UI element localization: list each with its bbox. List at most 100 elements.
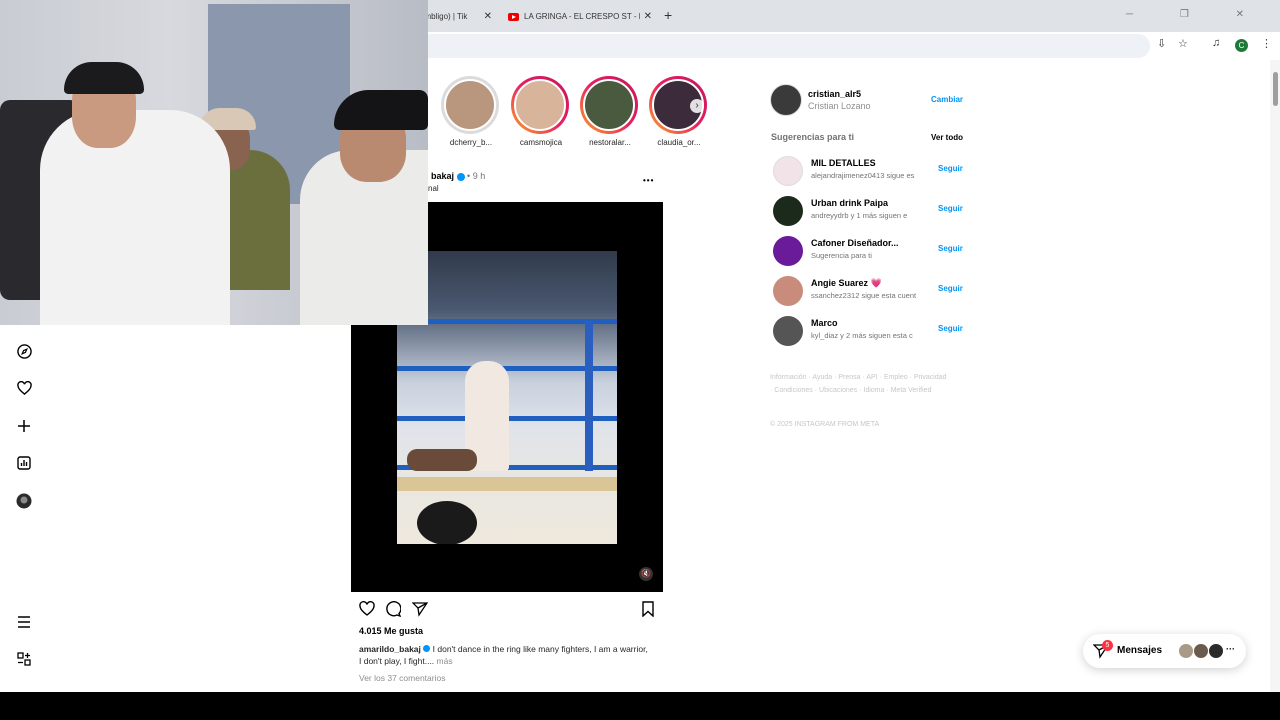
messages-button[interactable]: 5 Mensajes ··· bbox=[1083, 634, 1246, 668]
window-controls[interactable]: ─ ❐ ✕ bbox=[1126, 9, 1266, 20]
menu-kebab-icon[interactable]: ⋮ bbox=[1261, 37, 1272, 50]
post-video[interactable] bbox=[397, 251, 617, 544]
switch-account-button[interactable]: Cambiar bbox=[931, 95, 963, 104]
post-caption: amarildo_bakaj I don't dance in the ring… bbox=[359, 643, 649, 667]
suggestion-subtitle: andreyydrb y 1 más siguen e bbox=[811, 211, 908, 220]
boxer-down bbox=[407, 449, 477, 471]
post-options-button[interactable]: ••• bbox=[643, 176, 654, 185]
address-bar-area bbox=[428, 32, 1280, 60]
close-icon[interactable]: ✕ bbox=[644, 8, 652, 26]
ring-rope bbox=[397, 366, 617, 371]
verified-icon bbox=[456, 172, 465, 181]
heart-icon[interactable] bbox=[15, 379, 33, 397]
suggestion-item: Cafoner Diseñador... Sugerencia para ti … bbox=[773, 236, 973, 266]
story-item[interactable]: nestoralar... bbox=[580, 76, 640, 147]
likes-count[interactable]: 4.015 Me gusta bbox=[359, 626, 423, 636]
tab-youtube[interactable]: LA GRINGA - EL CRESPO ST - F ✕ bbox=[502, 8, 658, 26]
spectator-head bbox=[417, 501, 477, 544]
save-bookmark-icon[interactable] bbox=[641, 601, 657, 618]
more-icon[interactable] bbox=[15, 650, 33, 668]
suggestion-subtitle: kyl_diaz y 2 más siguen esta c bbox=[811, 331, 913, 340]
caption-more-link[interactable]: más bbox=[437, 656, 453, 666]
suggestion-avatar[interactable] bbox=[773, 276, 803, 306]
follow-button[interactable]: Seguir bbox=[938, 164, 963, 173]
messages-label: Mensajes bbox=[1117, 645, 1163, 656]
conversation-avatar bbox=[1178, 643, 1194, 659]
suggestion-avatar[interactable] bbox=[773, 196, 803, 226]
bookmark-star-icon[interactable]: ☆ bbox=[1178, 37, 1188, 50]
more-dots-icon: ··· bbox=[1226, 644, 1235, 654]
suggestion-item: Marco kyl_diaz y 2 más siguen esta c Seg… bbox=[773, 316, 973, 346]
compass-icon[interactable] bbox=[15, 342, 33, 360]
follow-button[interactable]: Seguir bbox=[938, 284, 963, 293]
suggestion-avatar[interactable] bbox=[773, 316, 803, 346]
my-username[interactable]: cristian_alr5 bbox=[808, 89, 861, 99]
post-username[interactable]: bakaj bbox=[431, 171, 454, 181]
unread-badge: 5 bbox=[1102, 640, 1113, 651]
story-username: dcherry_b... bbox=[449, 138, 493, 147]
suggestion-avatar[interactable] bbox=[773, 156, 803, 186]
ring-rope bbox=[397, 319, 617, 324]
footer-links[interactable]: Información · Ayuda · Prensa · API · Emp… bbox=[770, 371, 950, 397]
story-username: nestoralar... bbox=[589, 138, 631, 147]
share-icon[interactable] bbox=[411, 601, 429, 617]
ring-mat bbox=[397, 477, 617, 491]
caption-username[interactable]: amarildo_bakaj bbox=[359, 644, 421, 654]
copyright-text: © 2025 INSTAGRAM FROM META bbox=[770, 421, 880, 428]
chevron-right-icon[interactable]: › bbox=[690, 99, 704, 113]
page-scrollbar[interactable] bbox=[1270, 60, 1280, 692]
suggestion-name[interactable]: Urban drink Paipa bbox=[811, 198, 888, 208]
comment-icon[interactable] bbox=[385, 601, 402, 618]
suggestion-item: MIL DETALLES alejandrajimenez0413 sigue … bbox=[773, 156, 973, 186]
youtube-icon bbox=[508, 13, 519, 21]
plus-icon[interactable] bbox=[15, 417, 33, 435]
suggestion-subtitle: Sugerencia para ti bbox=[811, 251, 872, 260]
verified-icon bbox=[423, 645, 431, 652]
conversation-avatar bbox=[1193, 643, 1209, 659]
story-ring bbox=[580, 76, 638, 134]
conversation-avatar bbox=[1208, 643, 1224, 659]
suggestion-name[interactable]: Cafoner Diseñador... bbox=[811, 238, 899, 248]
menu-icon[interactable] bbox=[15, 613, 33, 631]
scrollbar-thumb[interactable] bbox=[1273, 72, 1278, 106]
install-icon[interactable]: ⇩ bbox=[1157, 37, 1166, 50]
tab-tiktok[interactable]: ombligo) | Tik ✕ bbox=[420, 8, 498, 26]
profile-avatar-icon[interactable] bbox=[15, 492, 33, 510]
new-tab-button[interactable]: + bbox=[664, 7, 672, 23]
suggestion-name[interactable]: Marco bbox=[811, 318, 838, 328]
my-full-name: Cristian Lozano bbox=[808, 101, 871, 111]
media-control-icon[interactable]: ♫ bbox=[1212, 37, 1220, 49]
post-time: • 9 h bbox=[467, 171, 486, 181]
suggestion-name[interactable]: MIL DETALLES bbox=[811, 158, 876, 168]
suggestion-avatar[interactable] bbox=[773, 236, 803, 266]
story-item[interactable]: dcherry_b... bbox=[441, 76, 501, 147]
tab-label: LA GRINGA - EL CRESPO ST - F bbox=[524, 12, 640, 21]
suggestion-name[interactable]: Angie Suarez 💗 bbox=[811, 278, 882, 289]
follow-button[interactable]: Seguir bbox=[938, 204, 963, 213]
suggestion-item: Urban drink Paipa andreyydrb y 1 más sig… bbox=[773, 196, 973, 226]
address-input[interactable] bbox=[428, 34, 1150, 58]
my-avatar[interactable] bbox=[770, 84, 802, 116]
story-username: claudia_or... bbox=[657, 138, 701, 147]
dashboard-icon[interactable] bbox=[15, 454, 33, 472]
view-comments-link[interactable]: Ver los 37 comentarios bbox=[359, 673, 445, 683]
story-username: camsmojica bbox=[519, 138, 563, 147]
webcam-overlay bbox=[0, 0, 428, 325]
story-ring bbox=[441, 76, 499, 134]
post-header: bakaj • 9 h bbox=[431, 171, 485, 181]
suggestions-title: Sugerencias para ti bbox=[771, 132, 855, 142]
follow-button[interactable]: Seguir bbox=[938, 244, 963, 253]
follow-button[interactable]: Seguir bbox=[938, 324, 963, 333]
suggestion-item: Angie Suarez 💗 ssanchez2312 sigue esta c… bbox=[773, 276, 973, 306]
profile-avatar[interactable]: C bbox=[1235, 39, 1248, 52]
see-all-link[interactable]: Ver todo bbox=[931, 133, 963, 142]
story-item[interactable]: camsmojica bbox=[511, 76, 571, 147]
post-subtitle: nal bbox=[428, 184, 439, 193]
like-heart-icon[interactable] bbox=[359, 601, 375, 617]
story-ring bbox=[511, 76, 569, 134]
suggestion-subtitle: ssanchez2312 sigue esta cuent bbox=[811, 291, 917, 300]
close-icon[interactable]: ✕ bbox=[484, 8, 492, 26]
ring-post bbox=[585, 321, 593, 471]
suggestion-subtitle: alejandrajimenez0413 sigue es bbox=[811, 171, 915, 180]
mute-icon[interactable]: 🔇 bbox=[639, 567, 653, 581]
